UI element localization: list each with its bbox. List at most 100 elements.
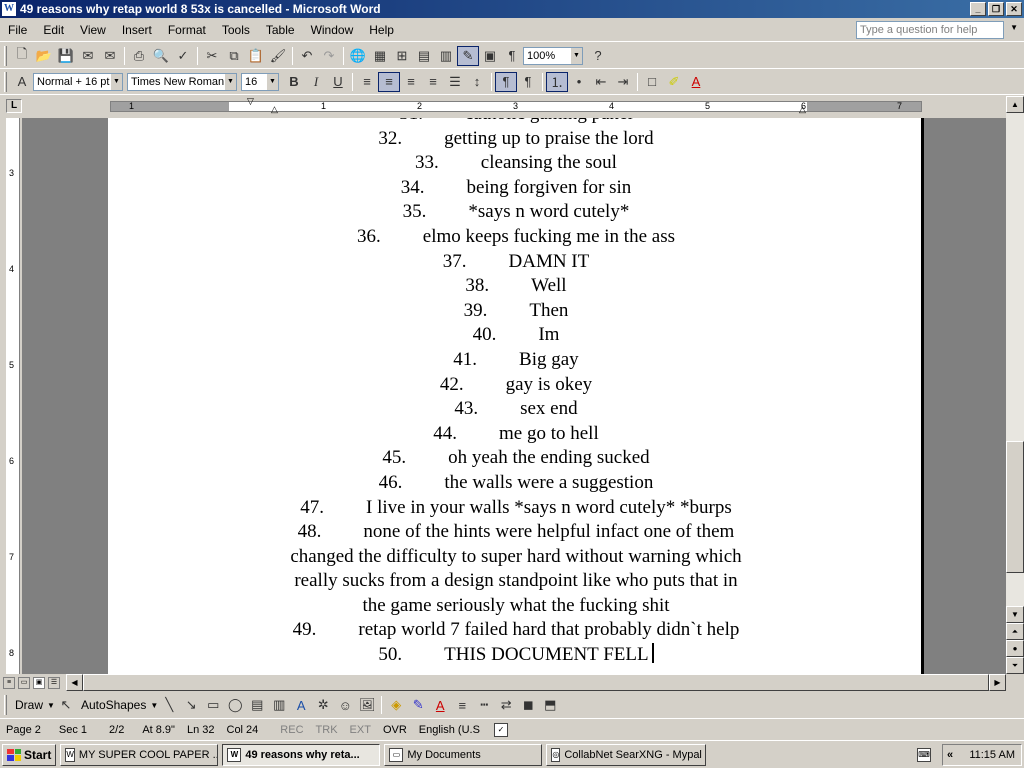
status-rec[interactable]: REC (274, 724, 309, 736)
document-line[interactable]: 44. me go to hell (108, 422, 924, 447)
autoshapes-menu[interactable]: AutoShapes (77, 698, 150, 712)
taskbar-item-word-paper[interactable]: W MY SUPER COOL PAPER ... (60, 743, 219, 766)
minimize-button[interactable]: _ (970, 2, 986, 16)
menu-table[interactable]: Table (258, 23, 303, 37)
insert-table-icon[interactable]: ⊞ (391, 46, 413, 66)
taskbar-item-my-documents[interactable]: ▭ My Documents (384, 743, 543, 766)
undo-icon[interactable]: ↶ (296, 46, 318, 66)
rtl-icon[interactable]: ¶ (517, 72, 539, 92)
font-color-icon[interactable]: A (685, 72, 707, 92)
distributed-icon[interactable]: ☰ (444, 72, 466, 92)
line-style-icon[interactable]: ≡ (451, 695, 473, 715)
clock[interactable]: 11:15 AM (969, 749, 1015, 761)
ltr-icon[interactable]: ¶ (495, 71, 517, 92)
scroll-thumb[interactable] (1006, 441, 1024, 573)
clip-art-icon[interactable]: ☺ (334, 695, 356, 715)
decrease-indent-icon[interactable]: ⇤ (590, 72, 612, 92)
next-page-button[interactable]: ⏷ (1006, 657, 1024, 674)
toolbar-grip[interactable] (4, 695, 7, 715)
open-icon[interactable]: 📂 (33, 46, 55, 66)
style-select[interactable]: Normal + 16 pt ▼ (33, 72, 123, 91)
paste-icon[interactable]: 📋 (245, 46, 267, 66)
insert-excel-icon[interactable]: ▤ (413, 46, 435, 66)
menu-help[interactable]: Help (361, 23, 402, 37)
taskbar-item-word-reasons[interactable]: W 49 reasons why reta... (222, 743, 381, 766)
menu-window[interactable]: Window (303, 23, 362, 37)
restore-button[interactable]: ❐ (988, 2, 1004, 16)
menu-insert[interactable]: Insert (114, 23, 160, 37)
columns-icon[interactable]: ▥ (435, 46, 457, 66)
increase-indent-icon[interactable]: ⇥ (612, 72, 634, 92)
fill-color-icon[interactable]: ◈ (385, 695, 407, 715)
select-objects-icon[interactable]: ↖ (55, 695, 77, 715)
document-line[interactable]: 32. getting up to praise the lord (108, 127, 924, 152)
font-color-icon[interactable]: A (429, 695, 451, 715)
align-center-icon[interactable]: ≡ (378, 71, 400, 92)
cut-icon[interactable]: ✂ (201, 46, 223, 66)
bold-icon[interactable]: B (283, 72, 305, 92)
document-line[interactable]: 41. Big gay (108, 348, 924, 373)
drawing-icon[interactable]: ✎ (457, 45, 479, 66)
italic-icon[interactable]: I (305, 72, 327, 92)
document-line[interactable]: really sucks from a design standpoint li… (108, 569, 924, 594)
menu-view[interactable]: View (72, 23, 114, 37)
horizontal-scroll-thumb[interactable] (83, 674, 989, 691)
document-line[interactable]: 48. none of the hints were helpful infact… (108, 520, 924, 545)
new-document-icon[interactable]: 🗋 (11, 46, 33, 66)
bullets-icon[interactable]: • (568, 72, 590, 92)
tab-selector[interactable]: L (6, 99, 22, 113)
status-ovr[interactable]: OVR (377, 724, 413, 736)
draw-menu[interactable]: Draw (11, 698, 47, 712)
document-page[interactable]: 31. catholic gaming panel 32. getting up to… (108, 118, 924, 674)
tray-expand-icon[interactable]: « (947, 749, 953, 761)
line-color-icon[interactable]: ✎ (407, 695, 429, 715)
scroll-up-button[interactable]: ▲ (1006, 96, 1024, 113)
copy-icon[interactable]: ⧉ (223, 46, 245, 66)
ask-question-input[interactable]: Type a question for help (856, 21, 1004, 39)
permission-icon[interactable]: ✉ (77, 46, 99, 66)
help-icon[interactable]: ? (587, 46, 609, 66)
oval-icon[interactable]: ◯ (224, 695, 246, 715)
justify-icon[interactable]: ≡ (422, 72, 444, 92)
3d-style-icon[interactable]: ⬒ (539, 695, 561, 715)
document-line[interactable]: the game seriously what the fucking shit (108, 594, 924, 619)
vertical-ruler[interactable]: 3 4 5 6 7 8 (6, 118, 20, 674)
menu-tools[interactable]: Tools (214, 23, 258, 37)
text-box-icon[interactable]: ▤ (246, 695, 268, 715)
align-right-icon[interactable]: ≡ (400, 72, 422, 92)
zoom-select[interactable]: 100% ▼ (523, 46, 583, 65)
outline-view-button[interactable]: ☰ (48, 676, 60, 689)
line-icon[interactable]: ╲ (158, 695, 180, 715)
rectangle-icon[interactable]: ▭ (202, 695, 224, 715)
web-view-button[interactable]: ▭ (18, 676, 30, 689)
document-map-icon[interactable]: ▣ (479, 46, 501, 66)
styles-formatting-icon[interactable]: A (11, 72, 33, 92)
select-browse-object-button[interactable]: ● (1006, 640, 1024, 657)
chevron-down-icon[interactable]: ▼ (1010, 23, 1018, 32)
tables-borders-icon[interactable]: ▦ (369, 46, 391, 66)
start-button[interactable]: Start (2, 743, 57, 766)
vertical-scrollbar[interactable]: ▲ ▼ ⏶ ● ⏷ (1006, 96, 1024, 674)
status-ext[interactable]: EXT (344, 724, 377, 736)
arrow-icon[interactable]: ↘ (180, 695, 202, 715)
align-left-icon[interactable]: ≡ (356, 72, 378, 92)
format-painter-icon[interactable]: 🖌 (267, 46, 289, 66)
redo-icon[interactable]: ↷ (318, 46, 340, 66)
dash-style-icon[interactable]: ┅ (473, 695, 495, 715)
shadow-style-icon[interactable]: ◼ (517, 695, 539, 715)
document-line[interactable]: 35. *says n word cutely* (108, 200, 924, 225)
document-line[interactable]: 49. retap world 7 failed hard that probab… (108, 618, 924, 643)
picture-icon[interactable]: 🖼 (356, 695, 378, 715)
scroll-right-button[interactable]: ▶ (989, 674, 1006, 691)
toolbar-grip[interactable] (4, 45, 7, 66)
toolbar-grip[interactable] (4, 71, 7, 92)
taskbar-item-browser[interactable]: ◎ CollabNet SearXNG - Mypal (546, 743, 707, 766)
first-line-indent-marker[interactable]: ▽ (247, 96, 254, 107)
document-line[interactable]: 39. Then (108, 299, 924, 324)
print-preview-icon[interactable]: 🔍 (150, 46, 172, 66)
document-line[interactable]: 36. elmo keeps fucking me in the ass (108, 225, 924, 250)
document-line[interactable]: 40. Im (108, 323, 924, 348)
document-line[interactable]: 42. gay is okey (108, 373, 924, 398)
document-line[interactable]: 33. cleansing the soul (108, 151, 924, 176)
horizontal-ruler[interactable]: 1 1 2 3 4 5 6 7 ▽ △ △ (110, 96, 922, 114)
